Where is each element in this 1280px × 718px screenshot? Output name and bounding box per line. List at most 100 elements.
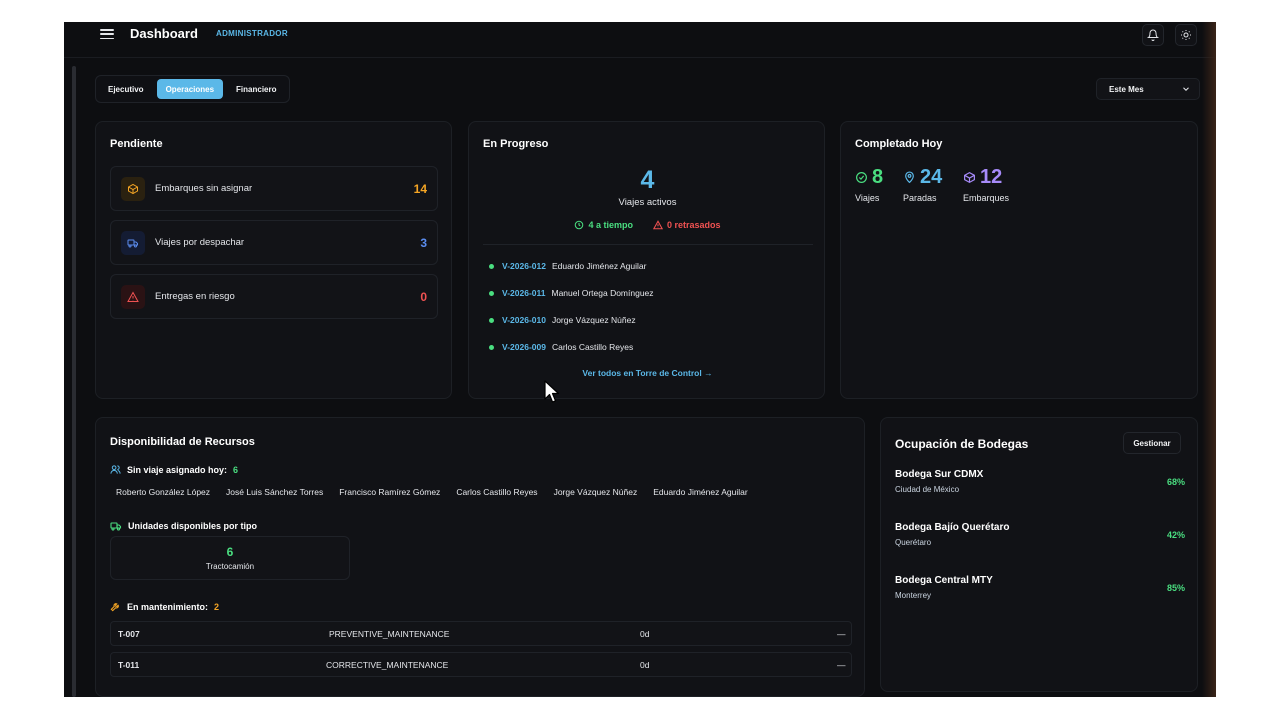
- maintenance-count: 2: [214, 601, 220, 612]
- status-dot: [489, 344, 494, 350]
- status-dot: [489, 290, 494, 296]
- warehouses-card: Ocupación de Bodegas Gestionar Bodega Su…: [880, 417, 1198, 692]
- tab-ejecutivo[interactable]: Ejecutivo: [99, 79, 153, 99]
- metric-label: Viajes: [855, 193, 880, 203]
- units-label: Unidades disponibles por tipo: [128, 521, 258, 531]
- pending-title: Pendiente: [110, 138, 163, 150]
- trip-id[interactable]: V-2026-010: [502, 315, 546, 325]
- warning-icon: [121, 284, 145, 309]
- trip-row[interactable]: V-2026-009 Carlos Castillo Reyes: [489, 340, 633, 354]
- pending-item-label: Viajes por despachar: [155, 237, 245, 248]
- see-all-control-tower-link[interactable]: Ver todos en Torre de Control →: [469, 368, 826, 378]
- manage-button[interactable]: Gestionar: [1123, 432, 1181, 454]
- warehouse-occupancy: 68%: [1166, 477, 1185, 487]
- metric-label: Paradas: [903, 193, 937, 203]
- warehouse-name: Bodega Central MTY: [895, 575, 993, 586]
- maintenance-end: —: [837, 629, 846, 639]
- units-section: Unidades disponibles por tipo: [110, 520, 257, 532]
- completed-today-title: Completado Hoy: [855, 138, 943, 150]
- warehouse-occupancy: 85%: [1166, 583, 1185, 593]
- trip-row[interactable]: V-2026-011 Manuel Ortega Domínguez: [489, 286, 654, 300]
- mouse-cursor-icon: [544, 380, 560, 403]
- unit-count: 6: [226, 545, 234, 559]
- wrench-icon: [110, 603, 119, 612]
- no-trip-section: Sin viaje asignado hoy: 6: [110, 464, 238, 475]
- period-select[interactable]: Este Mes: [1096, 78, 1200, 100]
- driver-name: Jorge Vázquez Núñez: [553, 487, 638, 497]
- trip-id[interactable]: V-2026-011: [502, 288, 545, 298]
- unassigned-drivers-list: Roberto González López José Luis Sánchez…: [116, 487, 748, 497]
- delayed-status: 0 retrasados: [652, 220, 721, 230]
- cube-icon: [964, 171, 975, 184]
- metric-trips: 8 Viajes: [855, 166, 883, 203]
- trip-row[interactable]: V-2026-010 Jorge Vázquez Núñez: [489, 313, 636, 327]
- driver-name: Francisco Ramírez Gómez: [339, 487, 441, 497]
- delayed-label: 0 retrasados: [666, 220, 721, 230]
- warning-icon: [652, 220, 663, 230]
- trip-driver: Carlos Castillo Reyes: [551, 342, 634, 352]
- pending-card: Pendiente Embarques sin asignar 14 Viaje…: [95, 121, 452, 399]
- divider: [483, 244, 813, 245]
- trip-driver: Manuel Ortega Domínguez: [551, 288, 654, 298]
- no-trip-label: Sin viaje asignado hoy:: [127, 464, 228, 475]
- pending-item-label: Embarques sin asignar: [155, 183, 253, 194]
- tab-financiero[interactable]: Financiero: [227, 79, 285, 99]
- maintenance-days: 0d: [640, 660, 650, 670]
- warehouse-city: Monterrey: [895, 591, 932, 600]
- pending-item-trips-to-dispatch[interactable]: Viajes por despachar 3: [110, 220, 438, 265]
- period-select-value: Este Mes: [1109, 84, 1144, 94]
- maintenance-row[interactable]: T-007 PREVENTIVE_MAINTENANCE 0d —: [110, 621, 852, 646]
- on-time-label: 4 a tiempo: [588, 220, 633, 230]
- sun-icon[interactable]: [1175, 24, 1197, 46]
- maintenance-type: CORRECTIVE_MAINTENANCE: [326, 660, 449, 670]
- metric-shipments: 12 Embarques: [963, 166, 1009, 203]
- warehouse-item[interactable]: Bodega Bajío Querétaro Querétaro 42%: [895, 522, 1185, 547]
- pending-item-unassigned-shipments[interactable]: Embarques sin asignar 14: [110, 166, 438, 211]
- maintenance-end: —: [837, 660, 846, 670]
- pending-item-count: 3: [420, 235, 427, 250]
- warehouse-item[interactable]: Bodega Sur CDMX Ciudad de México 68%: [895, 469, 1185, 494]
- metric-label: Embarques: [963, 193, 1010, 203]
- page-title: Dashboard: [130, 26, 198, 41]
- driver-name: José Luis Sánchez Torres: [226, 487, 324, 497]
- warehouse-city: Querétaro: [895, 538, 932, 547]
- pending-item-label: Entregas en riesgo: [155, 291, 235, 302]
- tab-operaciones[interactable]: Operaciones: [156, 79, 224, 99]
- bell-icon[interactable]: [1142, 24, 1164, 46]
- trip-row[interactable]: V-2026-012 Eduardo Jiménez Aguilar: [489, 259, 646, 273]
- warehouse-city: Ciudad de México: [895, 485, 960, 494]
- maintenance-section: En mantenimiento: 2: [110, 601, 219, 612]
- metric-value: 8: [872, 166, 884, 188]
- trip-driver: Jorge Vázquez Núñez: [551, 315, 636, 325]
- warehouses-title: Ocupación de Bodegas: [895, 437, 1029, 451]
- maintenance-row[interactable]: T-011 CORRECTIVE_MAINTENANCE 0d —: [110, 652, 852, 677]
- unit-id: T-011: [118, 660, 140, 670]
- pending-item-count: 0: [420, 289, 427, 304]
- menu-icon[interactable]: [100, 27, 114, 41]
- active-trips-count: 4: [640, 166, 655, 194]
- in-progress-title: En Progreso: [483, 138, 549, 150]
- metric-stops: 24 Paradas: [903, 166, 942, 203]
- check-circle-icon: [856, 172, 867, 183]
- scrollbar[interactable]: [72, 66, 76, 697]
- app-window: Dashboard ADMINISTRADOR Ejecutivo Operac…: [64, 22, 1216, 697]
- unit-type: Tractocamión: [205, 562, 255, 571]
- trip-status-summary: 4 a tiempo 0 retrasados: [469, 220, 826, 230]
- in-progress-card: En Progreso 4 Viajes activos 4 a tiempo …: [468, 121, 825, 399]
- no-trip-count: 6: [233, 464, 239, 475]
- clock-icon: [575, 220, 584, 230]
- warehouse-occupancy: 42%: [1166, 530, 1185, 540]
- trip-id[interactable]: V-2026-009: [502, 342, 546, 352]
- driver-name: Carlos Castillo Reyes: [456, 487, 538, 497]
- metric-value: 12: [980, 166, 1003, 188]
- on-time-status: 4 a tiempo: [574, 220, 633, 230]
- pending-item-deliveries-at-risk[interactable]: Entregas en riesgo 0: [110, 274, 438, 319]
- maintenance-days: 0d: [640, 629, 650, 639]
- resources-title: Disponibilidad de Recursos: [110, 436, 255, 448]
- active-trips-label: Viajes activos: [618, 197, 677, 208]
- trip-id[interactable]: V-2026-012: [502, 261, 546, 271]
- warehouse-item[interactable]: Bodega Central MTY Monterrey 85%: [895, 575, 1185, 600]
- driver-name: Roberto González López: [116, 487, 211, 497]
- driver-name: Eduardo Jiménez Aguilar: [653, 487, 748, 497]
- top-bar: Dashboard ADMINISTRADOR: [64, 22, 1216, 58]
